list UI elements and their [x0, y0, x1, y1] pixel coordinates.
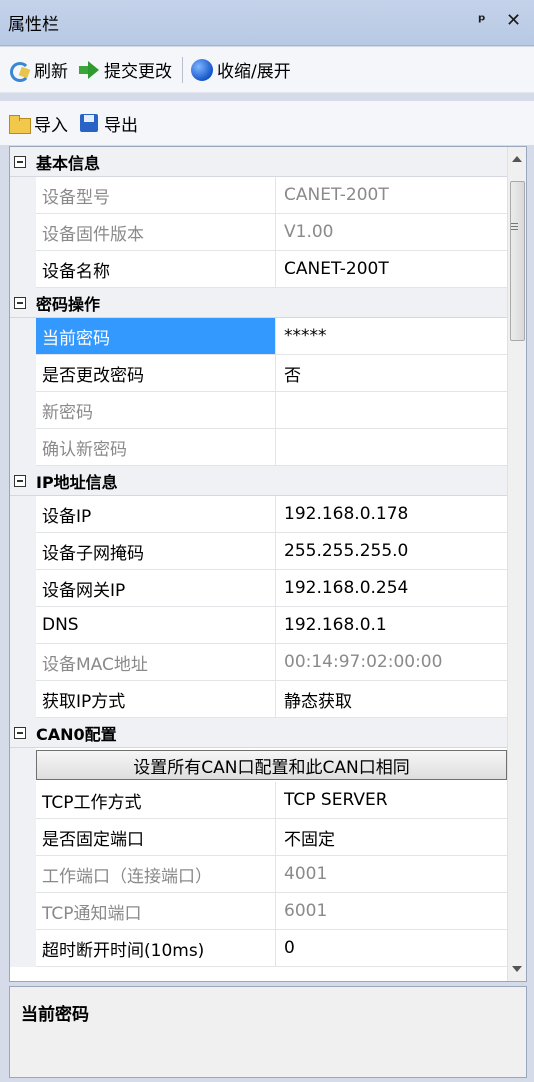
- property-name: 设备MAC地址: [36, 644, 276, 681]
- collapse-icon[interactable]: [14, 296, 26, 309]
- property-name: DNS: [36, 607, 276, 644]
- property-row[interactable]: 是否更改密码否: [10, 355, 507, 392]
- category-title: 基本信息: [36, 153, 101, 173]
- property-name: 是否更改密码: [36, 355, 276, 392]
- apply-all-can-button[interactable]: 设置所有CAN口配置和此CAN口相同: [36, 750, 507, 780]
- property-name: 确认新密码: [36, 429, 276, 466]
- property-name: 设备子网掩码: [36, 533, 276, 570]
- refresh-icon: [8, 59, 30, 82]
- property-row[interactable]: 设备子网掩码 255.255.255.0: [10, 533, 507, 570]
- property-row[interactable]: 是否固定端口 不固定: [10, 819, 507, 856]
- property-value[interactable]: CANET-200T: [276, 177, 507, 214]
- collapse-icon[interactable]: [14, 474, 26, 487]
- property-name: 设备网关IP: [36, 570, 276, 607]
- property-name: 当前密码: [36, 318, 276, 355]
- toolbar-secondary: 导入 导出: [0, 101, 534, 145]
- export-label: 导出: [104, 115, 138, 136]
- category-basic-info[interactable]: 基本信息: [10, 147, 507, 177]
- export-button[interactable]: 导出: [78, 111, 138, 136]
- category-ip[interactable]: IP地址信息: [10, 466, 507, 496]
- category-password[interactable]: 密码操作: [10, 288, 507, 318]
- save-icon: [78, 112, 100, 134]
- property-row[interactable]: 工作端口（连接端口） 4001: [10, 856, 507, 893]
- property-row[interactable]: 确认新密码: [10, 429, 507, 466]
- submit-changes-label: 提交更改: [104, 62, 172, 82]
- property-row[interactable]: TCP通知端口 6001: [10, 893, 507, 930]
- scroll-up-icon[interactable]: [512, 156, 522, 162]
- property-name: 新密码: [36, 392, 276, 429]
- scroll-thumb[interactable]: [510, 181, 525, 341]
- property-value[interactable]: 不固定: [276, 819, 507, 856]
- property-value[interactable]: 255.255.255.0: [276, 533, 507, 570]
- property-value[interactable]: *****: [276, 318, 507, 355]
- import-label: 导入: [34, 115, 68, 136]
- property-grid: 基本信息 设备型号 CANET-200T 设备固件版本 V1.00 设备名称 CANE…: [9, 146, 527, 982]
- property-value[interactable]: 否: [276, 355, 507, 392]
- property-value[interactable]: [276, 429, 507, 466]
- property-name: TCP通知端口: [36, 893, 276, 930]
- property-row[interactable]: 设备固件版本 V1.00: [10, 214, 507, 251]
- property-name: 获取IP方式: [36, 681, 276, 718]
- property-value[interactable]: 192.168.0.178: [276, 496, 507, 533]
- property-value[interactable]: 192.168.0.254: [276, 570, 507, 607]
- property-row[interactable]: 设备名称 CANET-200T: [10, 251, 507, 288]
- globe-icon: [191, 58, 213, 81]
- pin-icon[interactable]: ᵖ: [478, 11, 486, 30]
- refresh-label: 刷新: [34, 62, 68, 82]
- property-value[interactable]: 静态获取: [276, 681, 507, 718]
- property-value[interactable]: V1.00: [276, 214, 507, 251]
- description-pane: 当前密码: [9, 986, 527, 1078]
- toolbar-primary: 刷新 提交更改 收缩/展开: [0, 47, 534, 93]
- property-row[interactable]: 超时断开时间(10ms) 0: [10, 930, 507, 967]
- category-title: CAN0配置: [36, 724, 117, 744]
- property-value[interactable]: [276, 392, 507, 429]
- property-name: 设备IP: [36, 496, 276, 533]
- collapse-icon[interactable]: [14, 726, 26, 739]
- property-row[interactable]: 新密码: [10, 392, 507, 429]
- submit-arrow-icon: [78, 59, 100, 81]
- property-value[interactable]: 192.168.0.1: [276, 607, 507, 644]
- close-icon[interactable]: ✕: [506, 10, 521, 31]
- scroll-down-icon[interactable]: [512, 966, 522, 972]
- property-row[interactable]: 设备网关IP 192.168.0.254: [10, 570, 507, 607]
- refresh-button[interactable]: 刷新: [8, 57, 68, 82]
- category-title: 密码操作: [36, 294, 101, 314]
- property-value[interactable]: 0: [276, 930, 507, 967]
- property-value[interactable]: CANET-200T: [276, 251, 507, 288]
- property-name: 设备型号: [36, 177, 276, 214]
- category-can0[interactable]: CAN0配置: [10, 718, 507, 748]
- property-value[interactable]: 6001: [276, 893, 507, 930]
- folder-icon: [8, 112, 31, 134]
- grip-icon: [511, 223, 518, 230]
- property-value[interactable]: 00:14:97:02:00:00: [276, 644, 507, 681]
- property-row-selected[interactable]: 当前密码 *****: [10, 318, 507, 355]
- property-row[interactable]: 设备型号 CANET-200T: [10, 177, 507, 214]
- property-row[interactable]: 设备MAC地址 00:14:97:02:00:00: [10, 644, 507, 681]
- property-name: 设备名称: [36, 251, 276, 288]
- property-name: 工作端口（连接端口）: [36, 856, 276, 893]
- property-name: 设备固件版本: [36, 214, 276, 251]
- submit-changes-button[interactable]: 提交更改: [78, 57, 172, 82]
- property-row[interactable]: TCP工作方式 TCP SERVER: [10, 782, 507, 819]
- category-title: IP地址信息: [36, 472, 118, 492]
- property-value[interactable]: 4001: [276, 856, 507, 893]
- property-name: 是否固定端口: [36, 819, 276, 856]
- collapse-expand-label: 收缩/展开: [217, 62, 291, 82]
- panel-title: 属性栏: [8, 15, 59, 35]
- property-value[interactable]: TCP SERVER: [276, 782, 507, 819]
- property-name: TCP工作方式: [36, 782, 276, 819]
- property-name: 超时断开时间(10ms): [36, 930, 276, 967]
- description-title: 当前密码: [21, 1005, 89, 1025]
- toolbar-separator: [182, 56, 183, 83]
- apply-all-can-row: 设置所有CAN口配置和此CAN口相同: [10, 748, 507, 782]
- property-row[interactable]: 设备IP 192.168.0.178: [10, 496, 507, 533]
- collapse-expand-button[interactable]: 收缩/展开: [191, 57, 291, 82]
- property-row[interactable]: 获取IP方式 静态获取: [10, 681, 507, 718]
- property-row[interactable]: DNS 192.168.0.1: [10, 607, 507, 644]
- import-button[interactable]: 导入: [8, 111, 68, 136]
- vertical-scrollbar[interactable]: [507, 147, 526, 981]
- collapse-icon[interactable]: [14, 155, 26, 168]
- panel-titlebar: 属性栏 ᵖ ✕: [0, 0, 534, 46]
